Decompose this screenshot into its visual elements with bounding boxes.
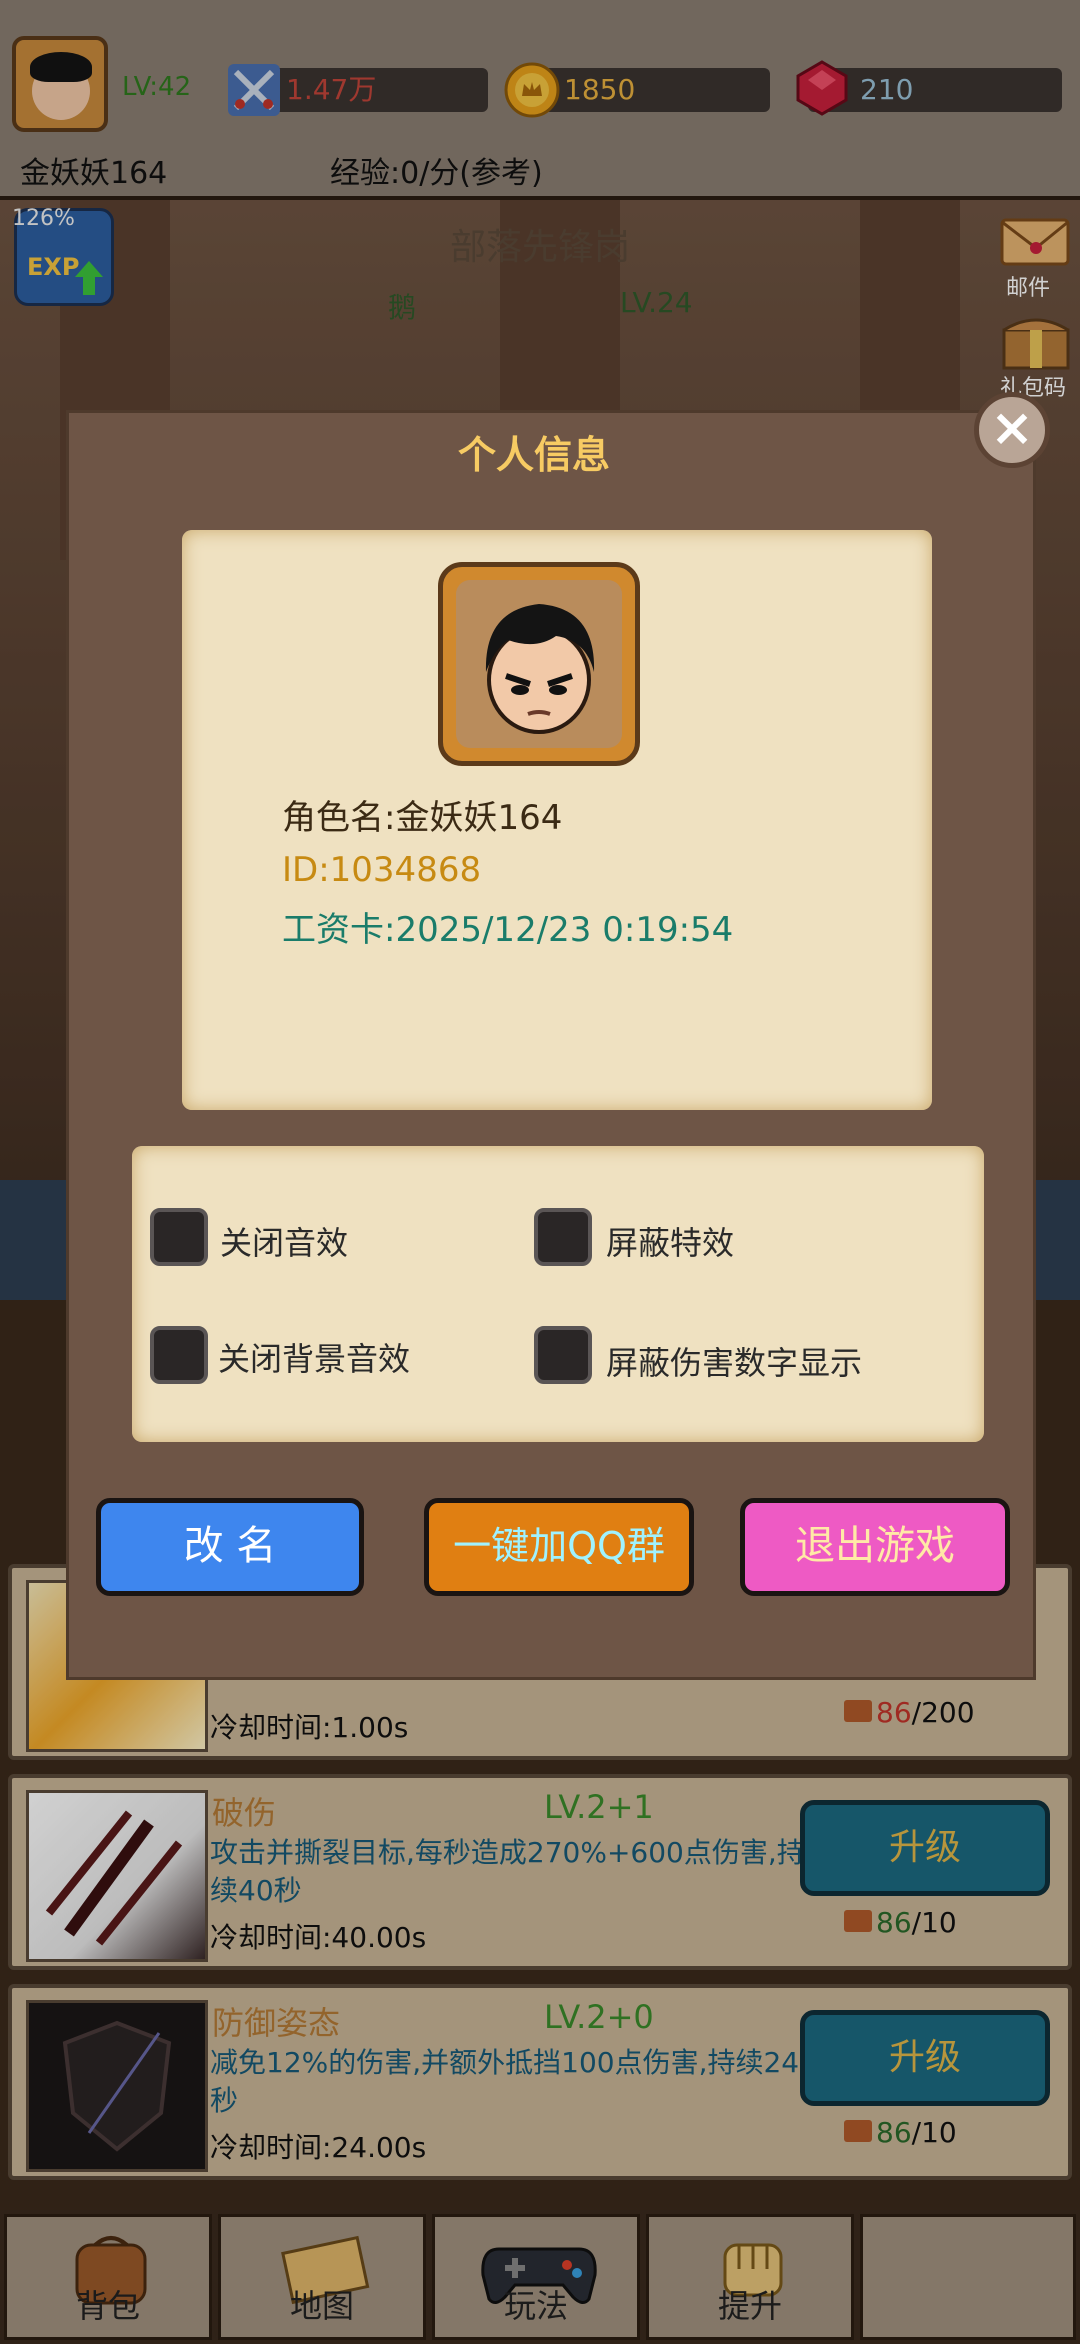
- salary-card-expiry: 工资卡:2025/12/23 0:19:54: [282, 910, 734, 950]
- settings-panel: [132, 1146, 984, 1442]
- close-icon: ×: [990, 398, 1034, 458]
- dialog-title: 个人信息: [457, 433, 610, 477]
- mute-sfx-checkbox[interactable]: [150, 1208, 208, 1266]
- player-id: ID:1034868: [282, 850, 482, 890]
- mute-bgm-label: 关闭背景音效: [218, 1340, 411, 1378]
- mute-bgm-checkbox[interactable]: [150, 1326, 208, 1384]
- hide-effects-label: 屏蔽特效: [606, 1224, 735, 1262]
- character-portrait: [456, 580, 622, 748]
- hide-effects-checkbox[interactable]: [534, 1208, 592, 1266]
- close-button[interactable]: ×: [974, 392, 1050, 468]
- join-qq-group-button[interactable]: 一键加QQ群: [424, 1498, 694, 1596]
- hide-damage-numbers-label: 屏蔽伤害数字显示: [606, 1344, 863, 1382]
- role-name: 角色名:金妖妖164: [282, 798, 563, 838]
- character-face-icon: [485, 604, 595, 734]
- rename-button[interactable]: 改 名: [96, 1498, 364, 1596]
- mute-sfx-label: 关闭音效: [220, 1224, 349, 1262]
- hide-damage-numbers-checkbox[interactable]: [534, 1326, 592, 1384]
- exit-game-button[interactable]: 退出游戏: [740, 1498, 1010, 1596]
